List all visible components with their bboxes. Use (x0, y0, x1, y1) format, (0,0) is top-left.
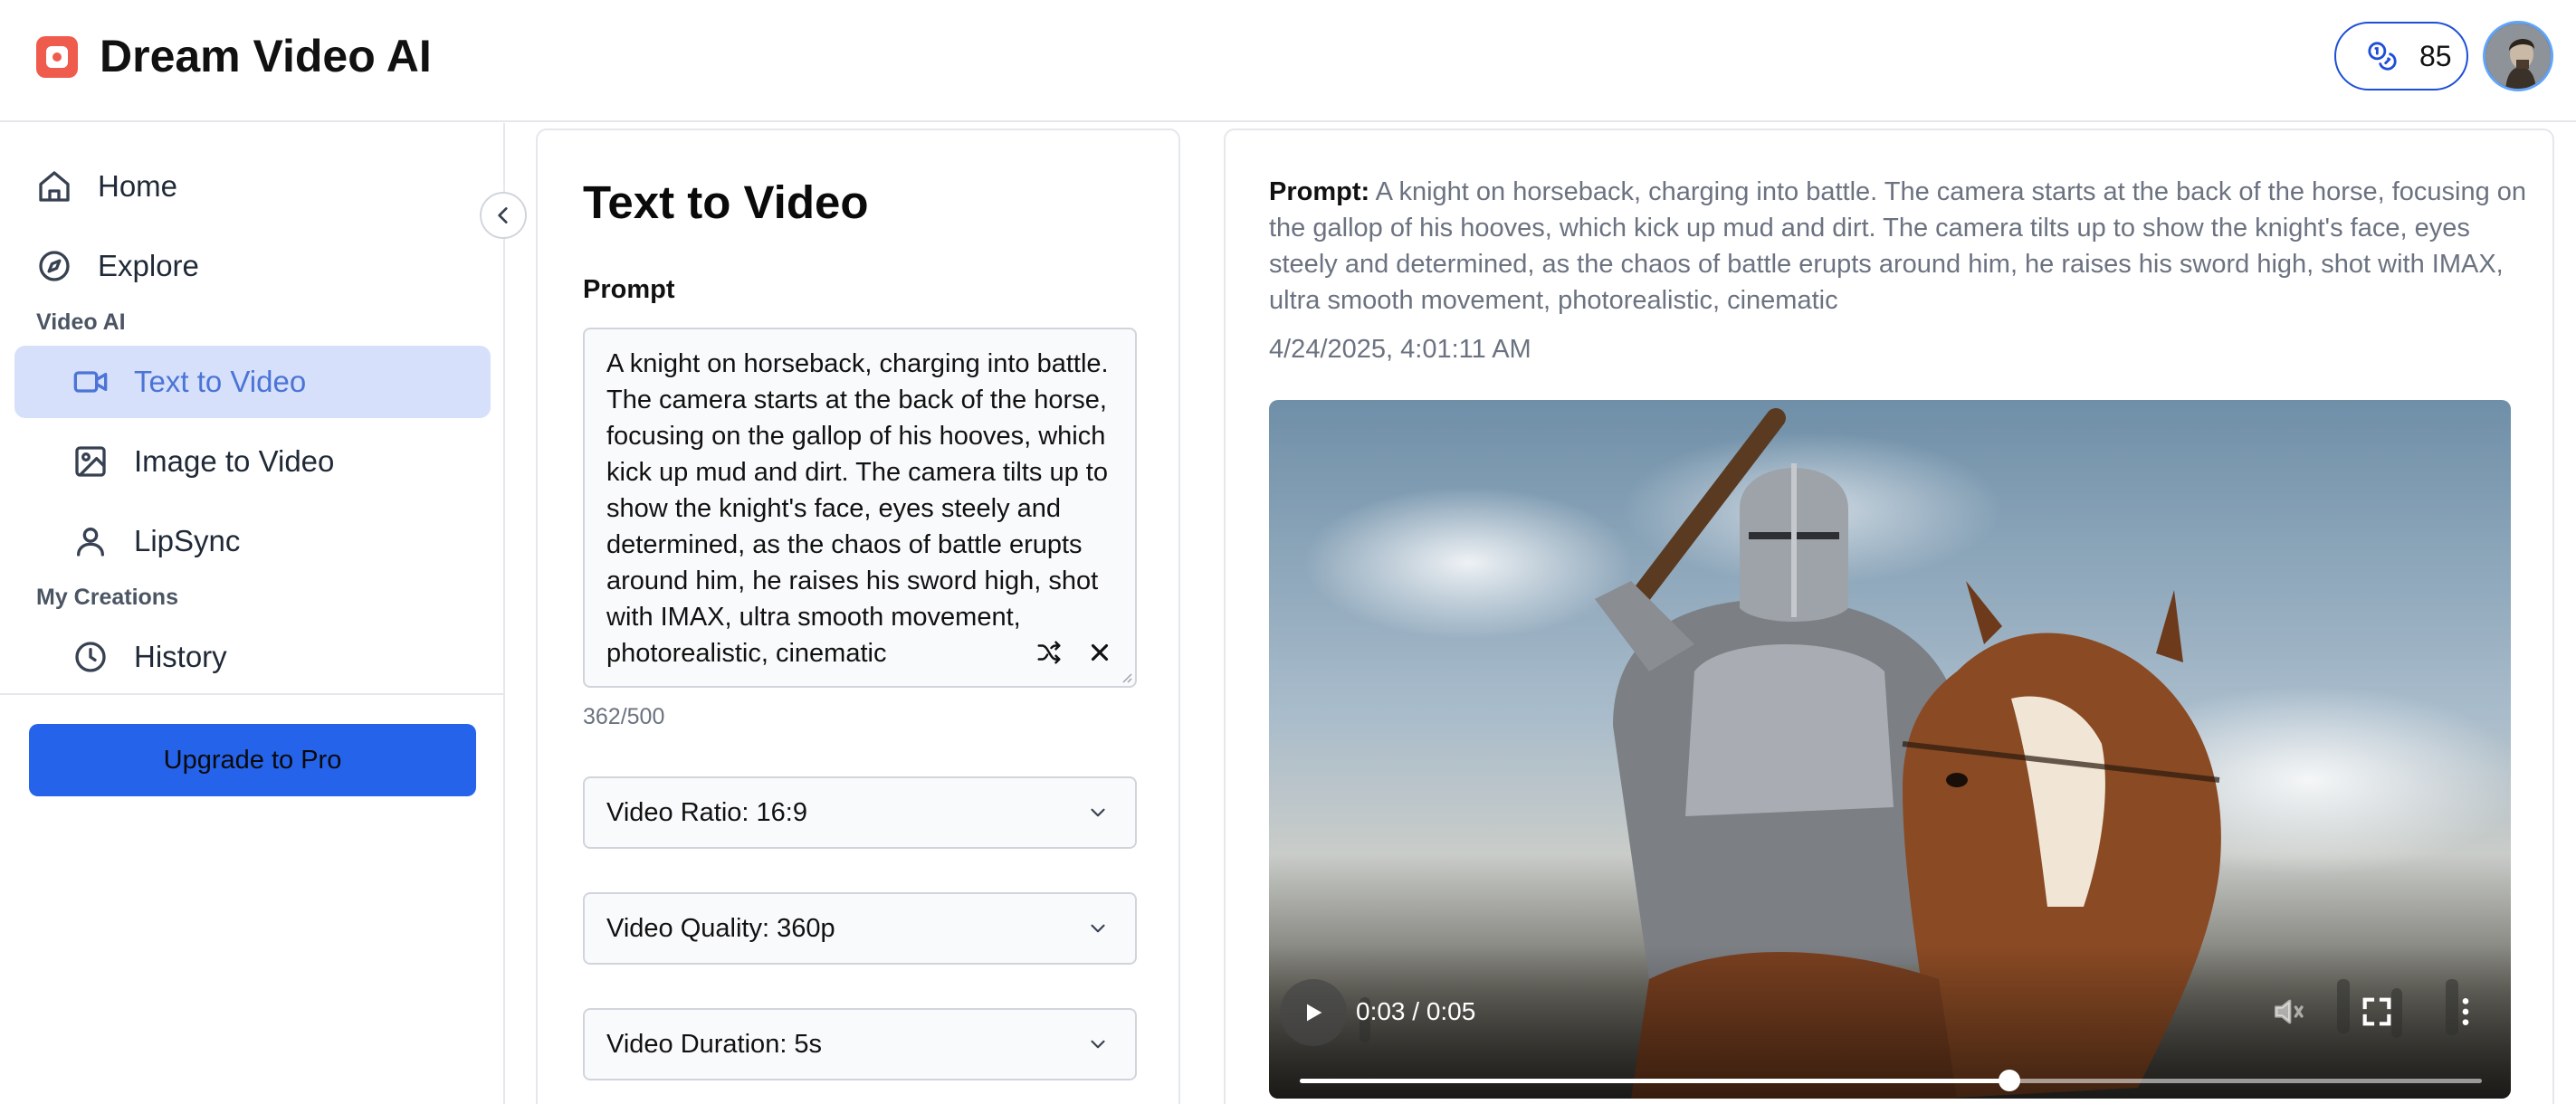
clock-icon (75, 642, 106, 672)
result-prompt: Prompt: A knight on horseback, charging … (1269, 174, 2536, 319)
sidebar-item-history[interactable]: History (72, 621, 227, 693)
sidebar-divider (0, 693, 505, 695)
collapse-sidebar-button[interactable] (480, 192, 527, 239)
video-progress-bar[interactable] (1300, 1070, 2482, 1091)
volume-muted-icon[interactable] (2270, 994, 2306, 1030)
prompt-textarea[interactable]: A knight on horseback, charging into bat… (585, 329, 1135, 686)
sidebar-item-label: Home (98, 169, 178, 203)
resize-handle-icon[interactable] (1119, 670, 1133, 684)
shuffle-icon[interactable] (1035, 639, 1063, 666)
sidebar-item-label: Explore (98, 249, 199, 282)
avatar[interactable] (2483, 21, 2553, 91)
video-quality-value: Video Quality: 360p (606, 913, 835, 943)
video-ratio-value: Video Ratio: 16:9 (606, 797, 807, 827)
more-vertical-icon[interactable] (2447, 994, 2484, 1030)
app-header: Dream Video AI 85 (0, 0, 2576, 122)
text-to-video-form: Text to Video Prompt A knight on horseba… (536, 128, 1180, 1104)
sidebar-item-label: Image to Video (134, 444, 335, 478)
video-ratio-select[interactable]: Video Ratio: 16:9 (583, 776, 1137, 849)
video-logo-icon[interactable] (36, 36, 78, 78)
prompt-textarea-wrapper: A knight on horseback, charging into bat… (583, 328, 1137, 688)
play-button[interactable] (1280, 979, 1347, 1046)
video-quality-select[interactable]: Video Quality: 360p (583, 892, 1137, 965)
close-icon[interactable] (1086, 639, 1113, 666)
sidebar-item-image-to-video[interactable]: Image to Video (72, 425, 334, 498)
sidebar-item-home[interactable]: Home (36, 150, 177, 223)
result-panel: Prompt: A knight on horseback, charging … (1224, 128, 2554, 1104)
sidebar: Home Explore Video AI Text to Video Imag… (0, 123, 505, 1104)
character-counter: 362/500 (583, 704, 665, 729)
chevron-left-icon (498, 207, 508, 224)
image-icon (75, 446, 106, 477)
user-icon (77, 528, 105, 557)
credits-count: 85 (2419, 39, 2452, 72)
brand-title[interactable]: Dream Video AI (100, 27, 432, 85)
page-title: Text to Video (583, 176, 869, 228)
video-progress-fill (1300, 1079, 2009, 1083)
sidebar-item-label: Text to Video (134, 365, 307, 398)
video-duration-select[interactable]: Video Duration: 5s (583, 1008, 1137, 1080)
compass-icon (39, 251, 70, 281)
chevron-down-icon (1091, 924, 1105, 933)
video-player[interactable]: 0:03 / 0:05 (1269, 400, 2511, 1099)
video-duration-value: Video Duration: 5s (606, 1029, 823, 1059)
chevron-down-icon (1091, 808, 1105, 817)
chevron-down-icon (1091, 1040, 1105, 1049)
result-prompt-text: A knight on horseback, charging into bat… (1269, 177, 2527, 315)
prompt-label: Prompt (583, 275, 675, 304)
sidebar-item-lipsync[interactable]: LipSync (72, 505, 240, 577)
coins-icon (2368, 42, 2397, 71)
sidebar-item-label: History (134, 640, 227, 673)
credits-badge[interactable]: 85 (2334, 22, 2468, 90)
upgrade-button[interactable]: Upgrade to Pro (29, 724, 476, 796)
video-time: 0:03 / 0:05 (1356, 997, 1476, 1025)
section-label-my-creations: My Creations (36, 585, 178, 610)
home-icon (39, 171, 70, 202)
play-icon (1307, 1004, 1322, 1022)
result-prompt-key: Prompt: (1269, 177, 1370, 206)
video-camera-icon (73, 371, 108, 393)
sidebar-item-explore[interactable]: Explore (36, 230, 199, 302)
fullscreen-icon[interactable] (2359, 994, 2395, 1030)
result-timestamp: 4/24/2025, 4:01:11 AM (1269, 335, 1531, 364)
textarea-actions (1035, 639, 1113, 666)
section-label-video-ai: Video AI (36, 309, 126, 335)
sidebar-item-text-to-video[interactable]: Text to Video (14, 346, 491, 418)
avatar-portrait (2485, 24, 2551, 89)
video-progress-knob[interactable] (1998, 1070, 2020, 1091)
sidebar-item-label: LipSync (134, 524, 241, 557)
